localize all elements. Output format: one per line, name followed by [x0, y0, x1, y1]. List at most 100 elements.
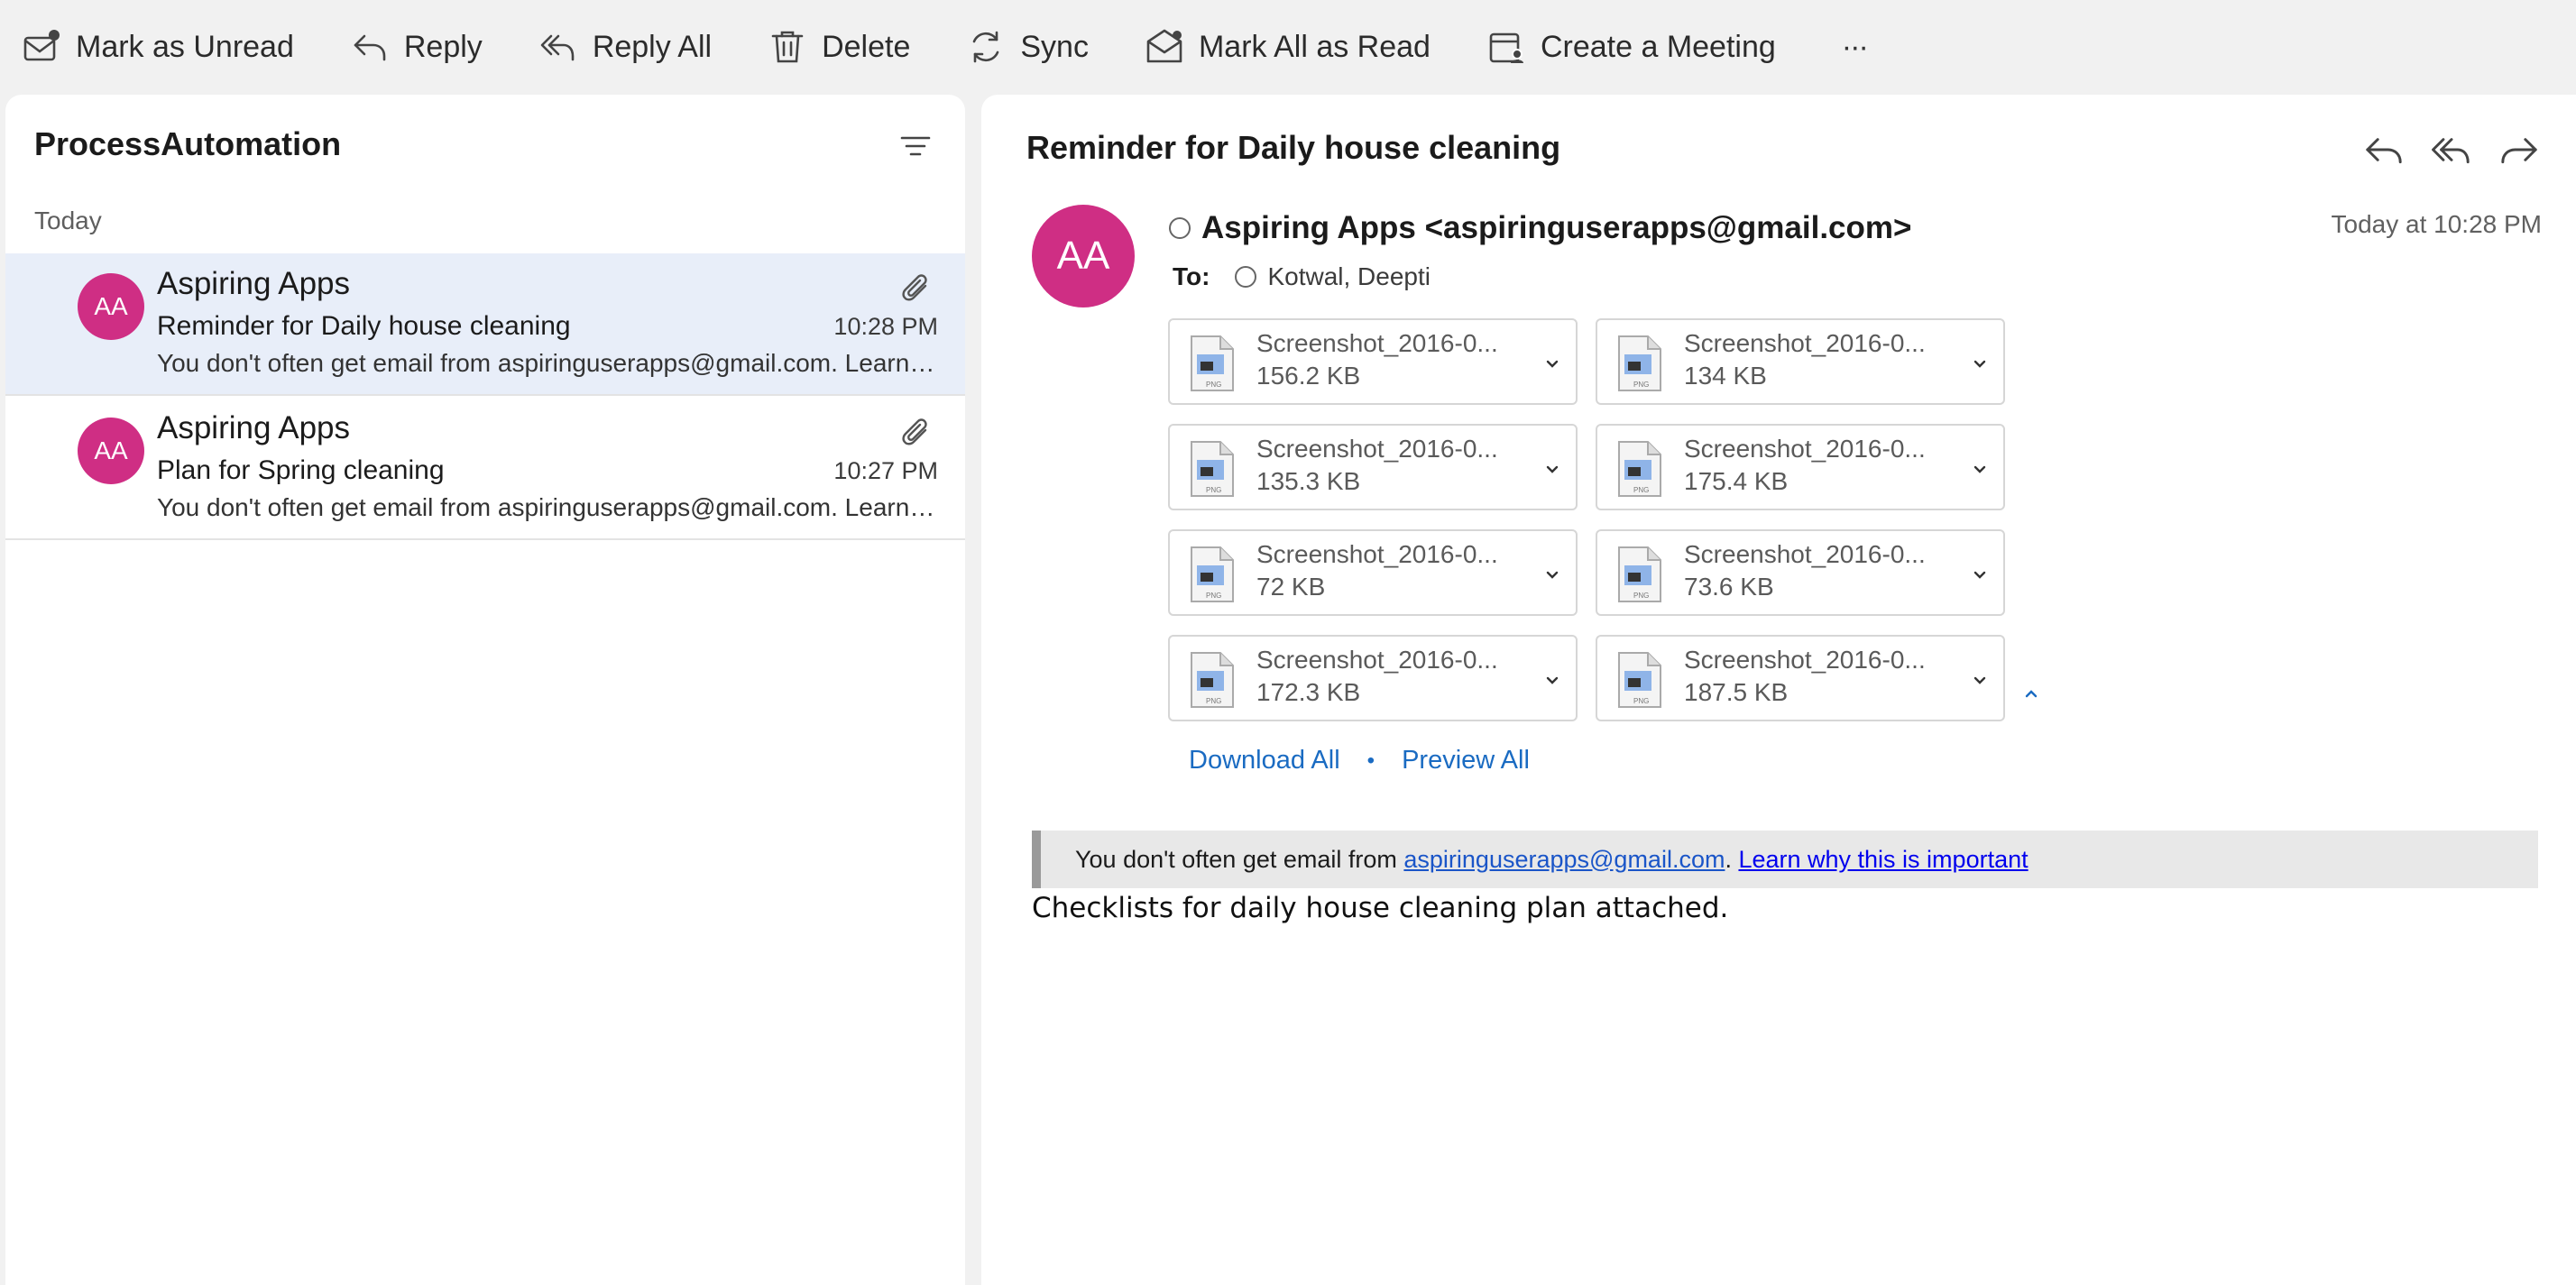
chevron-down-icon[interactable]	[1541, 353, 1563, 374]
to-label: To:	[1173, 262, 1210, 290]
attachment-card[interactable]: PNG Screenshot_2016-0... 134 KB	[1596, 318, 2005, 405]
attachment-name: Screenshot_2016-0...	[1256, 646, 1498, 674]
mark-all-read-label: Mark All as Read	[1198, 29, 1431, 64]
png-file-icon: PNG	[1614, 335, 1664, 392]
svg-text:PNG: PNG	[1633, 381, 1649, 389]
create-meeting-label: Create a Meeting	[1540, 29, 1776, 64]
attachment-card[interactable]: PNG Screenshot_2016-0... 72 KB	[1168, 529, 1578, 616]
list-item[interactable]: AA Aspiring Apps Plan for Spring cleanin…	[5, 398, 965, 540]
message-subject: Plan for Spring cleaning	[157, 455, 445, 485]
avatar: AA	[78, 418, 144, 484]
folder-title: ProcessAutomation	[34, 125, 342, 162]
attachment-card[interactable]: PNG Screenshot_2016-0... 175.4 KB	[1596, 424, 2005, 510]
learn-why-link[interactable]: Learn why this is important	[1738, 846, 2028, 874]
chevron-down-icon[interactable]	[1541, 564, 1563, 585]
forward-icon[interactable]	[2497, 127, 2542, 172]
reply-all-label: Reply All	[592, 29, 713, 64]
mark-all-read-button[interactable]: Mark All as Read	[1145, 15, 1431, 78]
attachment-card[interactable]: PNG Screenshot_2016-0... 156.2 KB	[1168, 318, 1578, 405]
sync-button[interactable]: Sync	[966, 15, 1089, 78]
recipient-select-radio[interactable]	[1235, 266, 1257, 288]
recipient-name[interactable]: Kotwal, Deepti	[1267, 262, 1431, 291]
attachment-name: Screenshot_2016-0...	[1684, 540, 1926, 568]
attachment-name: Screenshot_2016-0...	[1256, 435, 1498, 463]
attachment-card[interactable]: PNG Screenshot_2016-0... 135.3 KB	[1168, 424, 1578, 510]
sender-select-radio[interactable]	[1169, 217, 1191, 239]
message-sender: Aspiring Apps	[157, 410, 351, 445]
mark-unread-label: Mark as Unread	[76, 29, 294, 64]
chevron-down-icon[interactable]	[1969, 669, 1991, 691]
banner-text: You don't often get email from	[1075, 845, 1404, 873]
email-subject: Reminder for Daily house cleaning	[1026, 129, 1561, 166]
message-preview: You don't often get email from aspiringu…	[157, 349, 936, 377]
chevron-down-icon[interactable]	[1969, 458, 1991, 480]
png-file-icon: PNG	[1614, 651, 1664, 709]
attachment-size: 172.3 KB	[1256, 678, 1361, 706]
group-label-today: Today	[34, 207, 102, 234]
attachment-size: 156.2 KB	[1256, 362, 1361, 390]
attachment-size: 187.5 KB	[1684, 678, 1789, 706]
reply-all-icon[interactable]	[2429, 127, 2474, 172]
attachment-size: 135.3 KB	[1256, 467, 1361, 495]
chevron-up-icon[interactable]	[2020, 683, 2042, 704]
chevron-down-icon[interactable]	[1969, 564, 1991, 585]
from-line: Aspiring Apps <aspiringuserapps@gmail.co…	[1169, 210, 1911, 246]
banner-email-link[interactable]: aspiringuserapps@gmail.com	[1403, 846, 1725, 874]
chevron-down-icon[interactable]	[1541, 458, 1563, 480]
chevron-down-icon[interactable]	[1541, 669, 1563, 691]
reply-all-button[interactable]: Reply All	[538, 15, 712, 78]
svg-text:PNG: PNG	[1633, 486, 1649, 494]
png-file-icon: PNG	[1614, 440, 1664, 498]
svg-text:PNG: PNG	[1633, 592, 1649, 600]
attachment-card[interactable]: PNG Screenshot_2016-0... 187.5 KB	[1596, 635, 2005, 721]
attachment-size: 72 KB	[1256, 573, 1326, 601]
download-all-link[interactable]: Download All	[1189, 746, 1340, 776]
attachment-name: Screenshot_2016-0...	[1256, 329, 1498, 357]
reply-all-icon	[538, 27, 578, 67]
attachment-name: Screenshot_2016-0...	[1684, 646, 1926, 674]
message-sender: Aspiring Apps	[157, 266, 351, 301]
list-item[interactable]: AA Aspiring Apps Reminder for Daily hous…	[5, 253, 965, 396]
reading-actions	[2361, 127, 2564, 172]
create-meeting-button[interactable]: Create a Meeting	[1486, 15, 1776, 78]
attachment-card[interactable]: PNG Screenshot_2016-0... 172.3 KB	[1168, 635, 1578, 721]
svg-text:PNG: PNG	[1206, 697, 1221, 705]
attachment-name: Screenshot_2016-0...	[1684, 435, 1926, 463]
sender-avatar: AA	[1032, 205, 1135, 307]
png-file-icon: PNG	[1614, 546, 1664, 603]
message-list-pane: ProcessAutomation Today AA Aspiring Apps…	[5, 95, 965, 1285]
attachment-name: Screenshot_2016-0...	[1684, 329, 1926, 357]
calendar-person-icon	[1486, 27, 1526, 67]
reply-icon[interactable]	[2361, 127, 2406, 172]
preview-all-link[interactable]: Preview All	[1402, 746, 1530, 776]
message-time: 10:28 PM	[833, 313, 938, 340]
attachment-card[interactable]: PNG Screenshot_2016-0... 73.6 KB	[1596, 529, 2005, 616]
paperclip-icon	[898, 416, 934, 452]
mark-unread-button[interactable]: Mark as Unread	[22, 15, 294, 78]
reply-icon	[350, 27, 390, 67]
attachment-size: 134 KB	[1684, 362, 1767, 390]
sender-address[interactable]: Aspiring Apps <aspiringuserapps@gmail.co…	[1201, 210, 1911, 246]
delete-button[interactable]: Delete	[768, 15, 910, 78]
attachment-links: Download All • Preview All	[1189, 746, 1530, 776]
reading-pane: Reminder for Daily house cleaning AA Asp…	[981, 95, 2576, 1285]
reply-label: Reply	[403, 29, 483, 64]
message-subject: Reminder for Daily house cleaning	[157, 311, 571, 341]
more-options-label: ···	[1841, 29, 1869, 64]
svg-text:PNG: PNG	[1633, 697, 1649, 705]
email-body: Checklists for daily house cleaning plan…	[1032, 892, 1729, 924]
svg-text:PNG: PNG	[1206, 486, 1221, 494]
paperclip-icon	[898, 271, 934, 307]
filter-icon[interactable]	[897, 127, 934, 165]
chevron-down-icon[interactable]	[1969, 353, 1991, 374]
toolbar: Mark as Unread Reply Reply All Delete Sy…	[0, 0, 2576, 94]
more-options-button[interactable]: ···	[1832, 24, 1877, 69]
reply-button[interactable]: Reply	[350, 15, 483, 78]
email-date: Today at 10:28 PM	[2331, 210, 2542, 238]
envelope-dot-icon	[22, 27, 61, 67]
trash-icon	[768, 27, 807, 67]
attachment-name: Screenshot_2016-0...	[1256, 540, 1498, 568]
svg-text:PNG: PNG	[1206, 381, 1221, 389]
banner-period: .	[1725, 845, 1739, 873]
message-preview: You don't often get email from aspiringu…	[157, 493, 936, 521]
